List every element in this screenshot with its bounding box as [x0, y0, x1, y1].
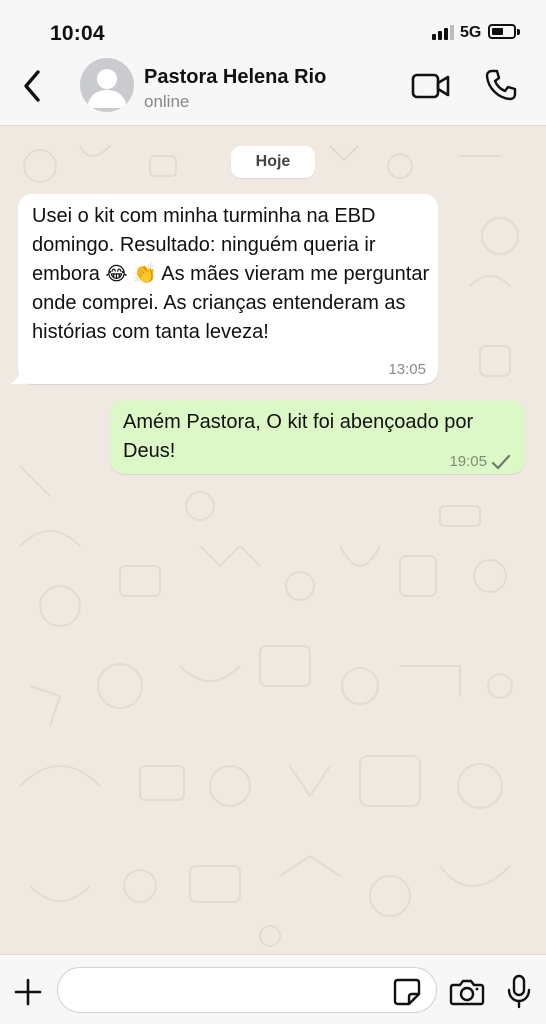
clapping-emoji: 👏 [133, 264, 157, 285]
outgoing-message[interactable]: Amém Pastora, O kit foi abençoado por De… [110, 400, 525, 474]
date-chip: Hoje [231, 146, 315, 178]
message-text: Usei o kit com minha turminha na EBD dom… [32, 202, 430, 347]
signal-icon [432, 24, 456, 40]
back-button[interactable] [18, 66, 48, 106]
message-input[interactable] [57, 967, 437, 1013]
voice-call-button[interactable] [484, 68, 518, 102]
microphone-icon [507, 974, 531, 1009]
network-label: 5G [460, 24, 482, 41]
laughing-emoji: 😂 [105, 264, 128, 285]
status-time: 10:04 [50, 22, 105, 45]
video-camera-icon [411, 73, 450, 99]
bubble-tail [10, 368, 28, 384]
message-time: 13:05 [388, 361, 426, 378]
camera-button[interactable] [449, 977, 485, 1007]
message-meta: 19:05 [449, 453, 511, 470]
message-composer [0, 954, 546, 1024]
chat-area[interactable]: Hoje Usei o kit com minha turminha na EB… [0, 126, 546, 954]
chat-header: 10:04 5G Pastora Helena Rio online [0, 0, 546, 126]
voice-message-button[interactable] [506, 973, 532, 1009]
user-silhouette-icon [87, 69, 127, 108]
single-check-icon [491, 454, 511, 469]
phone-icon [485, 69, 517, 101]
chevron-left-icon [24, 70, 40, 102]
contact-name[interactable]: Pastora Helena Rio [144, 66, 326, 89]
avatar[interactable] [80, 58, 134, 112]
camera-icon [449, 979, 485, 1006]
attach-button[interactable] [12, 976, 44, 1008]
sticker-icon [393, 978, 421, 1006]
battery-icon [488, 24, 520, 39]
incoming-message[interactable]: Usei o kit com minha turminha na EBD dom… [10, 194, 438, 384]
video-call-button[interactable] [410, 70, 452, 102]
message-time: 19:05 [449, 453, 487, 470]
plus-icon [14, 978, 42, 1006]
contact-status: online [144, 92, 190, 111]
sticker-button[interactable] [392, 977, 422, 1007]
